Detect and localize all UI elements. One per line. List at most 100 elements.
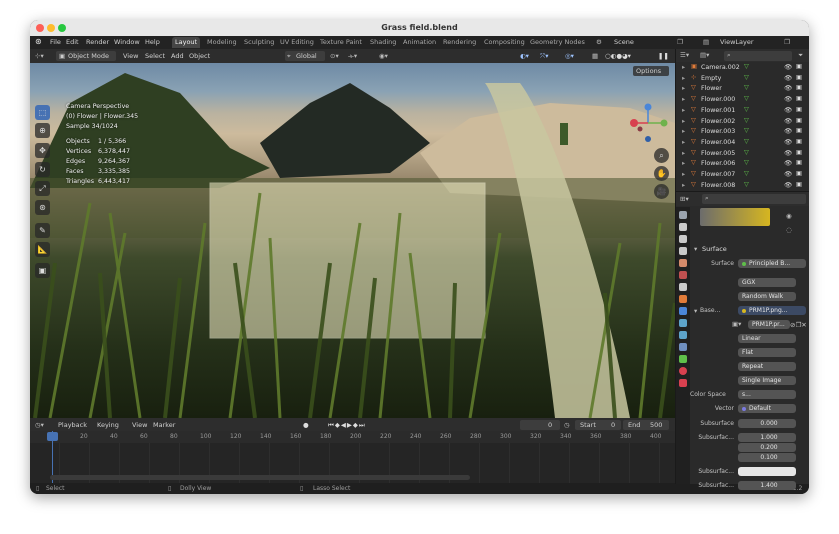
timeline-editor-type-icon[interactable]: ◷▾ [35,421,44,429]
outliner-item[interactable]: ▸ ▽ Flower.005 ▽ 👁 ▣ [676,149,809,160]
workspace-tab-shading[interactable]: Shading [367,37,399,48]
menu-window[interactable]: Window [114,38,140,46]
filter-icon[interactable]: ⏷ [798,51,803,60]
visibility-icon[interactable]: ◐▾ [520,52,529,60]
pause-render-icon[interactable]: ❚❚ [658,52,669,60]
camera-view-icon[interactable]: 🎥 [654,184,669,199]
render-camera-icon[interactable]: ▣ [796,84,802,91]
data-tab-icon[interactable] [679,355,687,363]
add-menu[interactable]: Add [171,52,184,60]
expand-arrow-icon[interactable]: ▸ [682,64,685,71]
material-slot-icon[interactable]: ◉ [786,212,792,220]
render-camera-icon[interactable]: ▣ [796,95,802,102]
visibility-eye-icon[interactable]: 👁 [784,63,792,71]
surface-section-header[interactable]: Surface [702,245,727,253]
world-tab-icon[interactable] [679,271,687,279]
3d-viewport[interactable]: Camera Perspective (0) Flower | Flower.3… [30,63,675,418]
new-scene-icon[interactable]: ❐ [677,38,683,46]
projection-dropdown[interactable]: Flat [738,348,796,357]
render-camera-icon[interactable]: ▣ [796,63,802,70]
playback-controls-icon[interactable]: ⏮◆◀▶◆⏭ [328,421,366,430]
outliner-item[interactable]: ▸ ▽ Flower.003 ▽ 👁 ▣ [676,127,809,138]
snap-icon[interactable]: ⟛▾ [348,52,357,61]
render-camera-icon[interactable]: ▣ [796,181,802,188]
visibility-eye-icon[interactable]: 👁 [784,117,792,125]
record-keyframe-icon[interactable]: ● [303,421,309,429]
gizmo-z-axis[interactable] [644,103,652,111]
measure-tool-icon[interactable]: 📐 [35,242,50,257]
outliner-item[interactable]: ▸ ▽ Flower ▽ 👁 ▣ [676,84,809,95]
view-layer-tab-icon[interactable] [679,247,687,255]
menu-file[interactable]: File [50,38,61,46]
render-camera-icon[interactable]: ▣ [796,170,802,177]
blender-logo-icon[interactable]: ⊛ [35,37,42,46]
vector-field[interactable]: Default [738,404,796,413]
timeline-marker-menu[interactable]: Marker [153,421,175,429]
scene-selector[interactable]: Scene [614,38,634,46]
gizmo-y-axis[interactable] [660,119,668,127]
expand-arrow-icon[interactable]: ▸ [682,150,685,157]
playhead-handle[interactable] [47,432,58,441]
orientation-dropdown[interactable]: ⌖ Global [285,51,325,61]
add-cube-tool-icon[interactable]: ▣ [35,263,50,278]
image-name-field[interactable]: PRM1P.pr... [748,320,790,329]
workspace-tab-geometry-nodes[interactable]: Geometry Nodes [527,37,588,48]
zoom-view-icon[interactable]: ⌕ [654,148,669,163]
particles-tab-icon[interactable] [679,319,687,327]
render-camera-icon[interactable]: ▣ [796,106,802,113]
visibility-eye-icon[interactable]: 👁 [784,181,792,189]
visibility-eye-icon[interactable]: 👁 [784,74,792,82]
shading-modes-icon[interactable]: ○◐●◕▾ [605,52,631,60]
outliner-item[interactable]: ▸ ▽ Flower.004 ▽ 👁 ▣ [676,138,809,149]
constraints-tab-icon[interactable] [679,343,687,351]
options-dropdown[interactable]: Options [633,66,669,76]
current-frame-field[interactable]: 0 [520,420,560,430]
overlay-toggle-icon[interactable]: ◎▾ [565,52,574,60]
outliner-item[interactable]: ▸ ⊹ Empty ▽ 👁 ▣ [676,74,809,85]
subsurface-method-dropdown[interactable]: Random Walk [738,292,796,301]
expand-arrow-icon[interactable]: ▸ [682,171,685,178]
workspace-tab-modeling[interactable]: Modeling [204,37,240,48]
collapse-base-color-icon[interactable]: ▾ [694,307,697,315]
outliner-item[interactable]: ▸ ▽ Flower.008 ▽ 👁 ▣ [676,181,809,191]
image-browse-icon[interactable]: ▣▾ [732,320,741,328]
properties-search-input[interactable]: ⌕ [702,194,806,204]
workspace-tab-sculpting[interactable]: Sculpting [241,37,277,48]
tool-tab-icon[interactable] [679,211,687,219]
image-actions-icon[interactable]: ⊘❐✕ [790,321,807,329]
select-menu[interactable]: Select [145,52,165,60]
expand-arrow-icon[interactable]: ▸ [682,75,685,82]
outliner-item[interactable]: ▸ ▽ Flower.002 ▽ 👁 ▣ [676,117,809,128]
timeline-area[interactable]: 0204060801001201401601802002202402602803… [30,431,675,483]
object-tab-icon[interactable] [679,295,687,303]
subsurface-color-swatch[interactable] [738,467,796,476]
expand-arrow-icon[interactable]: ▸ [682,182,685,189]
subsurface-field[interactable]: 0.000 [738,419,796,428]
outliner-item[interactable]: ▸ ▣ Camera.002 ▽ 👁 ▣ [676,63,809,74]
extension-dropdown[interactable]: Repeat [738,362,796,371]
workspace-tab-animation[interactable]: Animation [400,37,439,48]
outliner-item[interactable]: ▸ ▽ Flower.007 ▽ 👁 ▣ [676,170,809,181]
display-mode-icon[interactable]: ▤▾ [700,51,709,59]
pivot-point-icon[interactable]: ⊙▾ [330,52,339,60]
timeline-scrollbar[interactable] [50,475,470,480]
output-tab-icon[interactable] [679,235,687,243]
render-tab-icon[interactable] [679,223,687,231]
select-box-tool-icon[interactable]: ⬚ [35,105,50,120]
texture-tab-icon[interactable] [679,379,687,387]
expand-arrow-icon[interactable]: ▸ [682,96,685,103]
mode-dropdown[interactable]: ▣ Object Mode [56,51,116,61]
preview-range-icon[interactable]: ◷ [564,421,570,429]
subsurface-ior-field[interactable]: 1.400 [738,481,796,490]
gizmo-x-axis[interactable] [630,119,638,127]
properties-editor-type-icon[interactable]: ⊞▾ [680,195,689,203]
render-camera-icon[interactable]: ▣ [796,159,802,166]
outliner-editor-type-icon[interactable]: ☰▾ [680,51,689,59]
distribution-dropdown[interactable]: GGX [738,278,796,287]
visibility-eye-icon[interactable]: 👁 [784,127,792,135]
subsurface-radius-x-field[interactable]: 1.000 [738,433,796,442]
menu-edit[interactable]: Edit [66,38,79,46]
timeline-keying-menu[interactable]: Keying [97,421,119,429]
visibility-eye-icon[interactable]: 👁 [784,84,792,92]
expand-arrow-icon[interactable]: ▸ [682,128,685,135]
